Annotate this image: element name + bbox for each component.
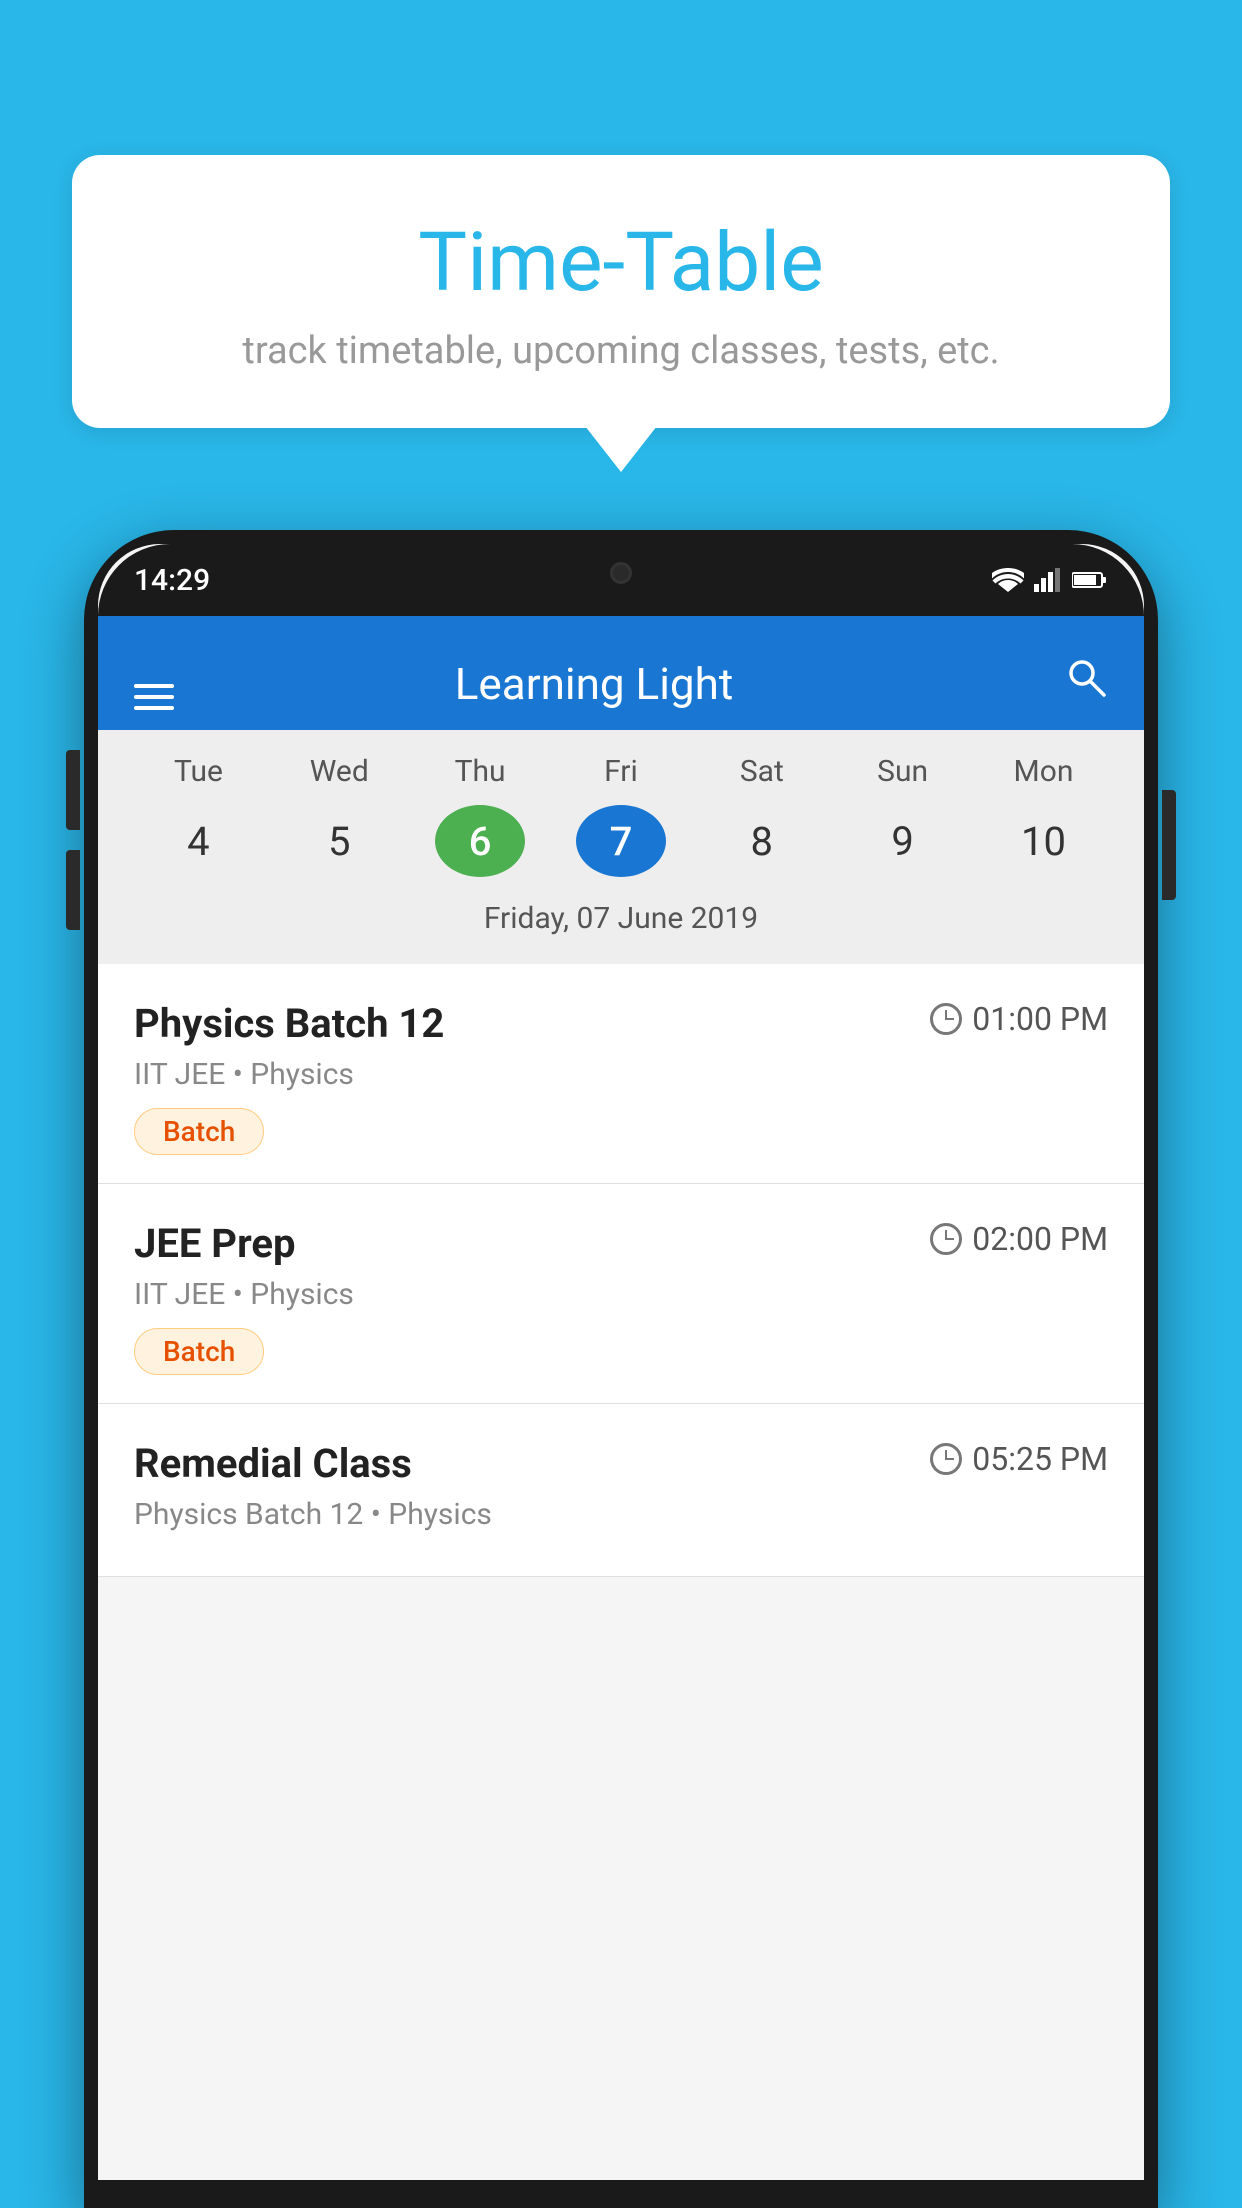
schedule-item-2-header: JEE Prep 02:00 PM <box>134 1220 1108 1267</box>
day-header-sat: Sat <box>717 754 807 789</box>
schedule-item-2-title: JEE Prep <box>134 1220 295 1267</box>
clock-icon-2 <box>930 1223 962 1255</box>
day-4[interactable]: 4 <box>153 805 243 877</box>
schedule-item-1-time: 01:00 PM <box>930 1000 1108 1038</box>
schedule-item-1-badge: Batch <box>134 1108 264 1155</box>
day-9[interactable]: 9 <box>858 805 948 877</box>
bubble-subtitle: track timetable, upcoming classes, tests… <box>152 329 1090 373</box>
speech-bubble: Time-Table track timetable, upcoming cla… <box>72 155 1170 428</box>
schedule-list: Physics Batch 12 01:00 PM IIT JEE • Phys… <box>98 964 1144 1577</box>
menu-line-3 <box>134 706 174 710</box>
app-title: Learning Light <box>174 658 1064 710</box>
search-icon[interactable] <box>1064 655 1108 710</box>
day-6-today[interactable]: 6 <box>435 805 525 877</box>
volume-down-button <box>66 850 80 930</box>
day-header-sun: Sun <box>858 754 948 789</box>
status-bar: 14:29 <box>98 544 1144 616</box>
bubble-title: Time-Table <box>152 215 1090 311</box>
schedule-item-2-time-text: 02:00 PM <box>972 1220 1108 1258</box>
day-numbers: 4 5 6 7 8 9 10 <box>128 805 1114 877</box>
schedule-item-3-time: 05:25 PM <box>930 1440 1108 1478</box>
schedule-item-3[interactable]: Remedial Class 05:25 PM Physics Batch 12… <box>98 1404 1144 1577</box>
selected-date: Friday, 07 June 2019 <box>128 891 1114 954</box>
day-header-fri: Fri <box>576 754 666 789</box>
calendar-strip: Tue Wed Thu Fri Sat Sun Mon 4 5 6 7 8 9 … <box>98 730 1144 964</box>
speech-bubble-container: Time-Table track timetable, upcoming cla… <box>72 155 1170 428</box>
wifi-icon <box>992 568 1024 592</box>
app-bar: Learning Light <box>98 616 1144 730</box>
schedule-item-2[interactable]: JEE Prep 02:00 PM IIT JEE • Physics Batc… <box>98 1184 1144 1404</box>
phone-container: 14:29 <box>84 530 1158 2208</box>
schedule-item-3-time-text: 05:25 PM <box>972 1440 1108 1478</box>
clock-icon-3 <box>930 1443 962 1475</box>
day-10[interactable]: 10 <box>998 805 1088 877</box>
day-8[interactable]: 8 <box>717 805 807 877</box>
clock-icon-1 <box>930 1003 962 1035</box>
schedule-item-1-subtitle: IIT JEE • Physics <box>134 1057 1108 1092</box>
schedule-item-3-subtitle: Physics Batch 12 • Physics <box>134 1497 1108 1532</box>
power-button <box>1162 790 1176 900</box>
menu-line-1 <box>134 684 174 688</box>
battery-icon <box>1072 570 1108 590</box>
day-5[interactable]: 5 <box>294 805 384 877</box>
signal-icon <box>1034 568 1062 592</box>
schedule-item-3-title: Remedial Class <box>134 1440 412 1487</box>
schedule-item-1-time-text: 01:00 PM <box>972 1000 1108 1038</box>
day-header-mon: Mon <box>998 754 1088 789</box>
status-time: 14:29 <box>134 563 210 598</box>
menu-button[interactable] <box>134 684 174 710</box>
day-headers: Tue Wed Thu Fri Sat Sun Mon <box>128 754 1114 789</box>
day-header-tue: Tue <box>153 754 243 789</box>
schedule-item-1-header: Physics Batch 12 01:00 PM <box>134 1000 1108 1047</box>
schedule-item-2-time: 02:00 PM <box>930 1220 1108 1258</box>
day-header-thu: Thu <box>435 754 525 789</box>
day-7-selected[interactable]: 7 <box>576 805 666 877</box>
schedule-item-2-subtitle: IIT JEE • Physics <box>134 1277 1108 1312</box>
schedule-item-1[interactable]: Physics Batch 12 01:00 PM IIT JEE • Phys… <box>98 964 1144 1184</box>
day-header-wed: Wed <box>294 754 384 789</box>
schedule-item-1-title: Physics Batch 12 <box>134 1000 444 1047</box>
schedule-item-2-badge: Batch <box>134 1328 264 1375</box>
menu-line-2 <box>134 695 174 699</box>
schedule-item-3-header: Remedial Class 05:25 PM <box>134 1440 1108 1487</box>
volume-up-button <box>66 750 80 830</box>
status-icons <box>992 568 1108 592</box>
phone-screen: Learning Light Tue Wed Thu Fri Sat Sun <box>98 544 1144 2180</box>
phone-outer: 14:29 <box>84 530 1158 2208</box>
